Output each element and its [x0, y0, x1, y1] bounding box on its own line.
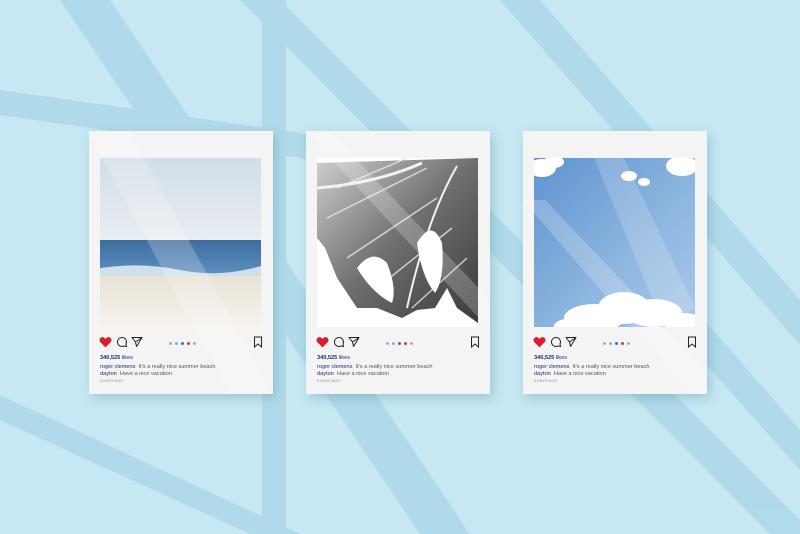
caption-username[interactable]: roger clemens: [100, 364, 135, 370]
likes-count: 340,525 likes: [317, 355, 350, 361]
heart-icon[interactable]: [533, 336, 546, 348]
carousel-dots: [169, 342, 196, 345]
share-icon[interactable]: [131, 336, 143, 348]
comment-icon[interactable]: [550, 336, 562, 348]
caption-line: dayton Have a nice vacation: [100, 370, 172, 377]
caption-line: dayton Have a nice vacation: [534, 370, 606, 377]
post-card: 340,525 likes roger clemens It's a reall…: [523, 131, 707, 394]
comment-icon[interactable]: [116, 336, 128, 348]
carousel-dots: [386, 342, 413, 345]
caption-username[interactable]: dayton: [534, 371, 551, 377]
post-timestamp: 5 DAYS AGO: [534, 379, 558, 383]
likes-count: 340,525 likes: [100, 355, 133, 361]
post-actions: [99, 336, 263, 352]
share-icon[interactable]: [348, 336, 360, 348]
caption-username[interactable]: dayton: [100, 371, 117, 377]
post-card: 340,525 likes roger clemens It's a reall…: [306, 131, 490, 394]
caption-username[interactable]: dayton: [317, 371, 334, 377]
post-timestamp: 5 DAYS AGO: [100, 379, 124, 383]
caption-username[interactable]: roger clemens: [317, 364, 352, 370]
bookmark-icon[interactable]: [253, 336, 263, 348]
post-actions: [533, 336, 697, 352]
caption-line: roger clemens It's a really nice summer …: [100, 364, 216, 370]
monstera-leaf-photo[interactable]: [317, 158, 478, 327]
post-actions: [316, 336, 480, 352]
caption-line: roger clemens It's a really nice summer …: [534, 364, 650, 370]
likes-count: 340,525 likes: [534, 355, 567, 361]
beach-photo[interactable]: [100, 158, 261, 327]
comment-icon[interactable]: [333, 336, 345, 348]
caption-username[interactable]: roger clemens: [534, 364, 569, 370]
post-timestamp: 5 DAYS AGO: [317, 379, 341, 383]
caption-line: dayton Have a nice vacation: [317, 370, 389, 377]
bookmark-icon[interactable]: [687, 336, 697, 348]
heart-icon[interactable]: [316, 336, 329, 348]
sky-clouds-photo[interactable]: [534, 158, 695, 327]
bookmark-icon[interactable]: [470, 336, 480, 348]
heart-icon[interactable]: [99, 336, 112, 348]
caption-line: roger clemens It's a really nice summer …: [317, 364, 433, 370]
post-card: 340,525 likes roger clemens It's a reall…: [89, 131, 273, 394]
share-icon[interactable]: [565, 336, 577, 348]
carousel-dots: [603, 342, 630, 345]
